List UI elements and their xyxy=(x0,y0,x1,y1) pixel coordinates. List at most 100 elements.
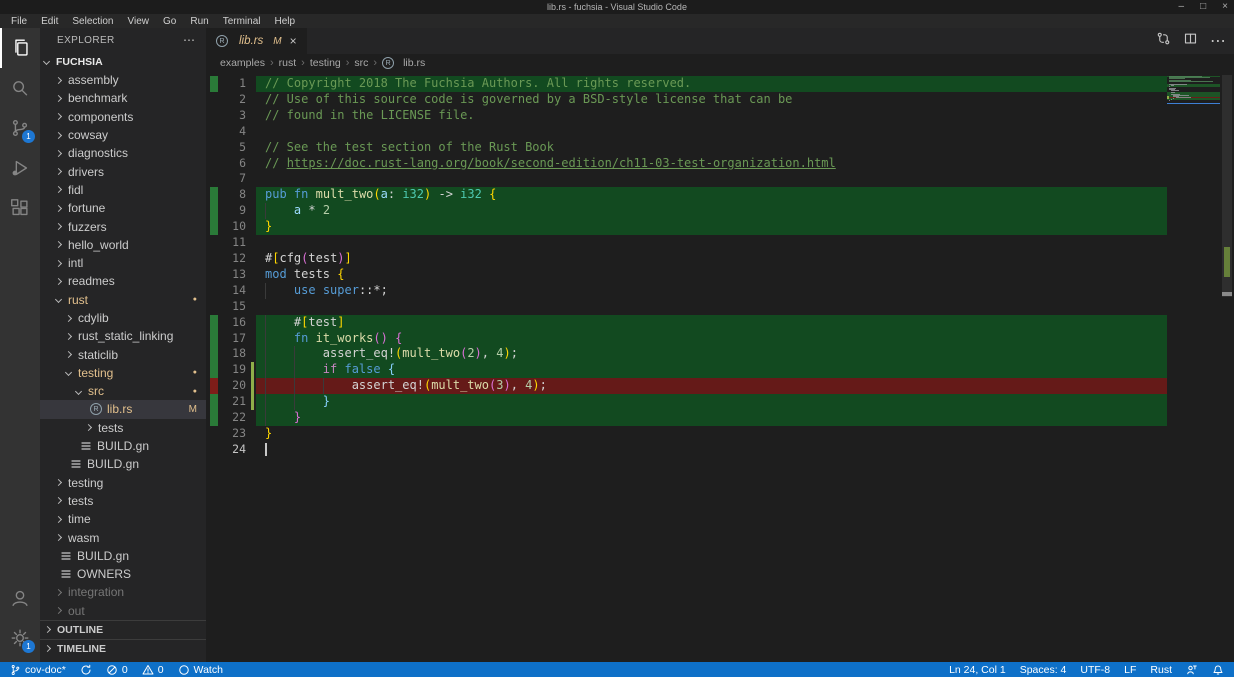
code-line-4[interactable]: 4 xyxy=(206,124,1167,140)
code-line-20[interactable]: 20 assert_eq!(mult_two(3), 4); xyxy=(206,378,1167,394)
maximize-button[interactable]: □ xyxy=(1200,2,1206,12)
breadcrumb-testing[interactable]: testing xyxy=(310,57,341,69)
more-actions-icon[interactable]: ⋯ xyxy=(1210,31,1226,51)
tree-item-cdylib[interactable]: cdylib xyxy=(40,309,206,327)
status-cursor-position[interactable]: Ln 24, Col 1 xyxy=(949,664,1006,676)
code-line-11[interactable]: 11 xyxy=(206,235,1167,251)
tree-item-staticlib[interactable]: staticlib xyxy=(40,345,206,363)
line-text[interactable]: } xyxy=(256,394,1167,410)
status-sync[interactable] xyxy=(80,664,92,676)
overview-ruler[interactable] xyxy=(1220,72,1234,662)
menu-terminal[interactable]: Terminal xyxy=(217,16,267,27)
status-git-branch[interactable]: cov-doc* xyxy=(10,664,66,676)
activity-run-debug-icon[interactable] xyxy=(0,148,40,188)
panel-timeline[interactable]: TIMELINE xyxy=(40,639,206,658)
activity-settings-icon[interactable]: 1 xyxy=(0,618,40,658)
tree-item-hello-world[interactable]: hello_world xyxy=(40,236,206,254)
line-text[interactable]: #[test] xyxy=(256,315,1167,331)
line-text[interactable] xyxy=(256,442,1167,458)
tree-item-src[interactable]: src● xyxy=(40,382,206,400)
code-line-21[interactable]: 21 } xyxy=(206,394,1167,410)
line-text[interactable] xyxy=(256,299,1167,315)
line-text[interactable]: assert_eq!(mult_two(2), 4); xyxy=(256,346,1167,362)
tree-item-testing[interactable]: testing xyxy=(40,474,206,492)
line-text[interactable]: if false { xyxy=(256,362,1167,378)
breadcrumb-rust[interactable]: rust xyxy=(279,57,297,69)
line-text[interactable]: } xyxy=(256,219,1167,235)
tree-item-drivers[interactable]: drivers xyxy=(40,162,206,180)
code-line-3[interactable]: 3// found in the LICENSE file. xyxy=(206,108,1167,124)
code-line-7[interactable]: 7 xyxy=(206,171,1167,187)
line-text[interactable]: // Use of this source code is governed b… xyxy=(256,92,1167,108)
menu-run[interactable]: Run xyxy=(184,16,214,27)
tree-item-build-gn[interactable]: BUILD.gn xyxy=(40,547,206,565)
code-line-1[interactable]: 1// Copyright 2018 The Fuchsia Authors. … xyxy=(206,76,1167,92)
line-text[interactable] xyxy=(256,124,1167,140)
status-feedback[interactable] xyxy=(1186,664,1198,676)
status-warnings[interactable]: 0 xyxy=(142,664,164,676)
line-text[interactable]: // https://doc.rust-lang.org/book/second… xyxy=(256,156,1167,172)
line-text[interactable]: // See the test section of the Rust Book xyxy=(256,140,1167,156)
tree-root-fuchsia[interactable]: FUCHSIA xyxy=(40,52,206,71)
menu-selection[interactable]: Selection xyxy=(66,16,119,27)
menu-file[interactable]: File xyxy=(5,16,33,27)
code-line-18[interactable]: 18 assert_eq!(mult_two(2), 4); xyxy=(206,346,1167,362)
breadcrumb-examples[interactable]: examples xyxy=(220,57,265,69)
tree-item-benchmark[interactable]: benchmark xyxy=(40,89,206,107)
menu-view[interactable]: View xyxy=(122,16,156,27)
code-line-17[interactable]: 17 fn it_works() { xyxy=(206,331,1167,347)
tree-item-tests[interactable]: tests xyxy=(40,419,206,437)
tree-item-testing[interactable]: testing● xyxy=(40,364,206,382)
line-text[interactable]: assert_eq!(mult_two(3), 4); xyxy=(256,378,1167,394)
activity-extensions-icon[interactable] xyxy=(0,188,40,228)
code-line-6[interactable]: 6// https://doc.rust-lang.org/book/secon… xyxy=(206,156,1167,172)
tree-item-readmes[interactable]: readmes xyxy=(40,272,206,290)
line-text[interactable]: a * 2 xyxy=(256,203,1167,219)
tree-item-integration[interactable]: integration xyxy=(40,583,206,601)
code-line-8[interactable]: 8pub fn mult_two(a: i32) -> i32 { xyxy=(206,187,1167,203)
tree-item-cowsay[interactable]: cowsay xyxy=(40,126,206,144)
code-line-9[interactable]: 9 a * 2 xyxy=(206,203,1167,219)
minimap[interactable] xyxy=(1167,72,1220,662)
line-text[interactable] xyxy=(256,171,1167,187)
tree-item-rust-static-linking[interactable]: rust_static_linking xyxy=(40,327,206,345)
line-text[interactable]: mod tests { xyxy=(256,267,1167,283)
open-changes-icon[interactable] xyxy=(1156,31,1171,51)
code-line-5[interactable]: 5// See the test section of the Rust Boo… xyxy=(206,140,1167,156)
activity-source-control-icon[interactable]: 1 xyxy=(0,108,40,148)
menu-go[interactable]: Go xyxy=(157,16,182,27)
line-text[interactable]: fn it_works() { xyxy=(256,331,1167,347)
line-text[interactable]: // found in the LICENSE file. xyxy=(256,108,1167,124)
activity-explorer-icon[interactable] xyxy=(0,28,40,68)
activity-account-icon[interactable] xyxy=(0,578,40,618)
tab-close-icon[interactable]: × xyxy=(290,34,297,48)
code-line-16[interactable]: 16 #[test] xyxy=(206,315,1167,331)
tab-librs[interactable]: R lib.rs M × xyxy=(206,28,307,54)
minimize-button[interactable]: – xyxy=(1179,2,1185,12)
code-line-10[interactable]: 10} xyxy=(206,219,1167,235)
line-text[interactable]: pub fn mult_two(a: i32) -> i32 { xyxy=(256,187,1167,203)
tree-item-intl[interactable]: intl xyxy=(40,254,206,272)
tree-item-wasm[interactable]: wasm xyxy=(40,528,206,546)
breadcrumb-src[interactable]: src xyxy=(354,57,368,69)
line-text[interactable]: } xyxy=(256,410,1167,426)
code-line-24[interactable]: 24 xyxy=(206,442,1167,458)
code-line-14[interactable]: 14 use super::*; xyxy=(206,283,1167,299)
tree-item-owners[interactable]: OWNERS xyxy=(40,565,206,583)
tree-item-rust[interactable]: rust● xyxy=(40,291,206,309)
line-text[interactable]: use super::*; xyxy=(256,283,1167,299)
line-text[interactable] xyxy=(256,235,1167,251)
status-watch[interactable]: Watch xyxy=(178,664,223,676)
tree-item-fuzzers[interactable]: fuzzers xyxy=(40,217,206,235)
more-actions-icon[interactable]: ⋯ xyxy=(183,33,196,47)
code-line-15[interactable]: 15 xyxy=(206,299,1167,315)
status-eol[interactable]: LF xyxy=(1124,664,1136,676)
breadcrumb-lib-rs[interactable]: Rlib.rs xyxy=(382,57,425,69)
tree-item-components[interactable]: components xyxy=(40,108,206,126)
tree-item-diagnostics[interactable]: diagnostics xyxy=(40,144,206,162)
status-encoding[interactable]: UTF-8 xyxy=(1080,664,1110,676)
code-line-23[interactable]: 23} xyxy=(206,426,1167,442)
code-area[interactable]: 1// Copyright 2018 The Fuchsia Authors. … xyxy=(206,72,1167,662)
tree-item-tests[interactable]: tests xyxy=(40,492,206,510)
menu-edit[interactable]: Edit xyxy=(35,16,64,27)
